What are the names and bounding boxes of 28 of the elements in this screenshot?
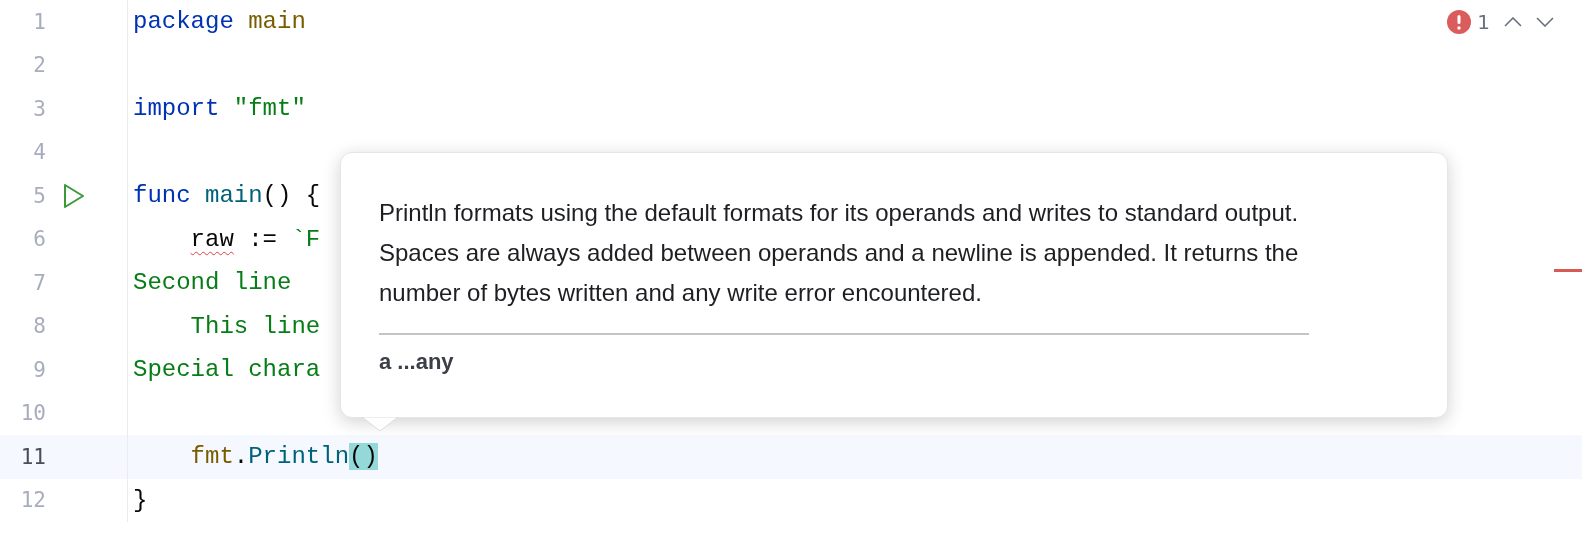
line-number: 2 xyxy=(32,53,46,78)
line-number: 5 xyxy=(32,183,46,208)
chevron-up-icon[interactable] xyxy=(1504,17,1522,27)
code-line: This line xyxy=(190,312,321,340)
code-line: package main xyxy=(133,8,306,36)
line-number: 4 xyxy=(32,140,46,165)
chevron-down-icon[interactable] xyxy=(1536,17,1554,27)
line-number: 11 xyxy=(19,444,46,469)
line-number: 1 xyxy=(32,9,46,34)
code-line: import "fmt" xyxy=(133,95,306,123)
code-line: raw := `F xyxy=(190,225,321,253)
parameter-signature: a ...any xyxy=(379,349,455,375)
code-line: func main() { xyxy=(133,182,321,210)
documentation-text: Println formats using the default formats for its operands and writes to standard output. Spaces are always added between operands and a newline is appended. It returns the number of bytes written and any write error encountered. xyxy=(379,193,1309,335)
run-icon[interactable] xyxy=(63,182,85,209)
code-line: Second line xyxy=(133,269,292,297)
error-icon[interactable] xyxy=(1447,10,1472,34)
line-number: 3 xyxy=(32,96,46,121)
code-line: Special chara xyxy=(133,356,321,384)
line-number: 10 xyxy=(19,401,46,426)
line-number: 12 xyxy=(19,488,46,513)
code-line: } xyxy=(133,486,148,514)
line-number: 8 xyxy=(32,314,46,339)
line-number: 9 xyxy=(32,357,46,382)
line-number: 6 xyxy=(32,227,46,252)
code-line: fmt.Println() xyxy=(190,443,378,471)
line-number: 7 xyxy=(32,270,46,295)
error-count: 1 xyxy=(1477,10,1490,34)
